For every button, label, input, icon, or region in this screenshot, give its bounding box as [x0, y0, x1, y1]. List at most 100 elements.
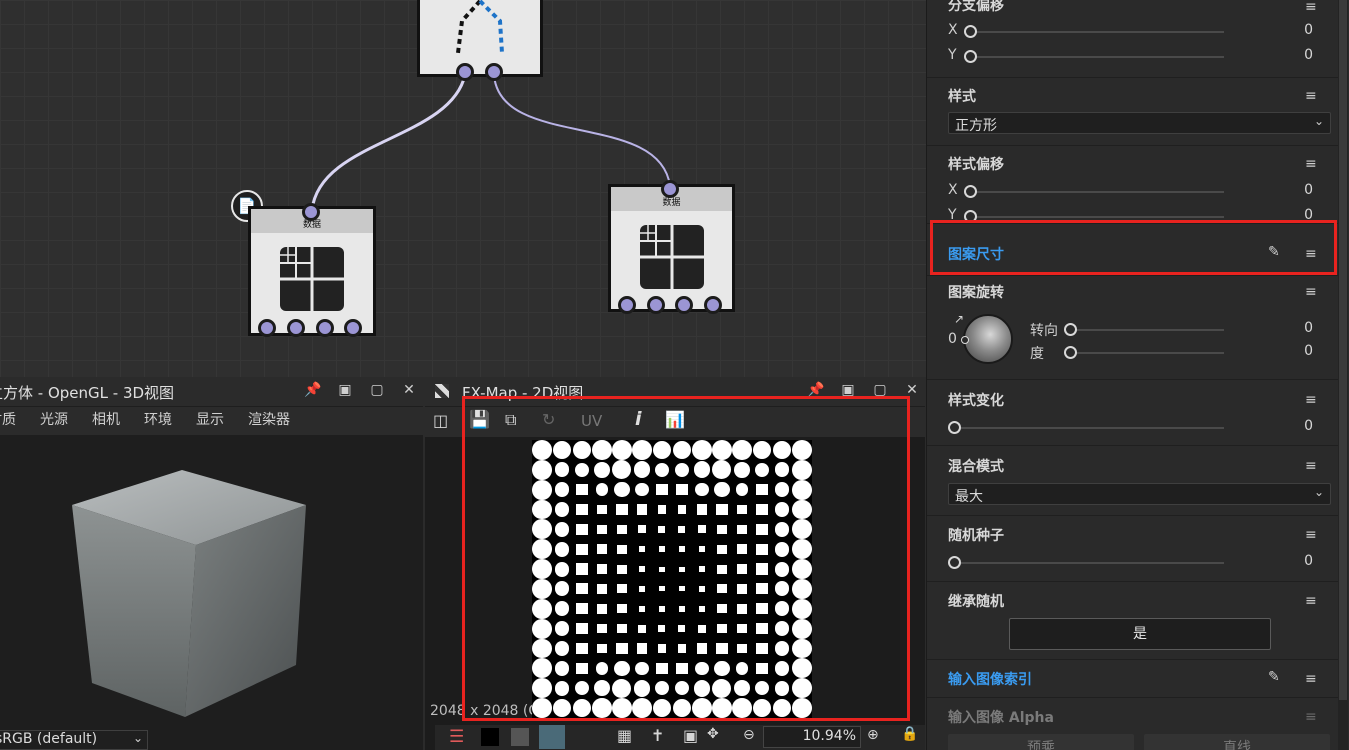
layers-icon[interactable]: ☰: [449, 727, 464, 747]
pivot-icon[interactable]: ✝: [651, 726, 664, 745]
grid-icon[interactable]: ▦: [617, 726, 632, 745]
section-menu-icon[interactable]: ≡: [1305, 285, 1323, 299]
blend-mode-select[interactable]: 最大 ⌄: [948, 483, 1331, 505]
top-node[interactable]: [417, 0, 543, 77]
save-icon[interactable]: 💾: [469, 410, 490, 430]
right-node-output-port-1[interactable]: [618, 296, 636, 314]
scrollbar-thumb[interactable]: [1339, 0, 1347, 700]
edit-function-icon[interactable]: ✎: [1268, 244, 1288, 262]
rotation-turns-slider[interactable]: 转向 0: [1030, 320, 1338, 340]
zoom-field[interactable]: 10.94%: [763, 726, 861, 748]
degrees-value[interactable]: 0: [1304, 343, 1313, 359]
rotation-dial[interactable]: [961, 314, 1013, 364]
inherit-random-toggle[interactable]: 是: [1009, 618, 1271, 650]
left-node-output-port-2[interactable]: [287, 319, 305, 337]
style-select[interactable]: 正方形 ⌄: [948, 112, 1331, 134]
close-icon[interactable]: ✕: [398, 382, 420, 398]
rotation-degrees-slider[interactable]: 度 0: [1030, 343, 1338, 363]
right-node[interactable]: 数据: [608, 184, 735, 312]
section-menu-icon[interactable]: ≡: [1305, 672, 1323, 686]
maximize-icon[interactable]: ▢: [366, 382, 388, 398]
style-offset-y-slider[interactable]: Y 0: [948, 207, 1338, 221]
uv-toggle[interactable]: UV: [581, 412, 602, 430]
menu-material[interactable]: 材质: [0, 407, 16, 435]
branch-offset-x-value[interactable]: 0: [1304, 22, 1313, 38]
right-node-output-port-2[interactable]: [647, 296, 665, 314]
colorspace-select[interactable]: sRGB (default) ⌄: [0, 730, 148, 750]
section-menu-icon[interactable]: ≡: [1305, 459, 1323, 473]
refresh-icon[interactable]: ↻: [542, 410, 555, 429]
move-icon[interactable]: ✥: [707, 726, 719, 742]
pattern-size-title[interactable]: 图案尺寸: [948, 244, 1004, 264]
left-node-output-port-1[interactable]: [258, 319, 276, 337]
close-icon[interactable]: ✕: [901, 382, 923, 398]
left-node-output-port-4[interactable]: [344, 319, 362, 337]
node-graph[interactable]: 📄 数据 数据: [0, 0, 926, 377]
branch-offset-x-slider[interactable]: X 0: [948, 22, 1338, 42]
top-node-output-port-2[interactable]: [485, 63, 503, 81]
export-icon[interactable]: ◫: [433, 411, 448, 430]
style-variation-slider[interactable]: 0: [948, 418, 1338, 438]
section-menu-icon[interactable]: ≡: [1305, 89, 1323, 103]
slider-knob[interactable]: [1064, 323, 1077, 336]
section-menu-icon[interactable]: ≡: [1305, 247, 1323, 261]
texture-preview[interactable]: [532, 440, 812, 718]
section-menu-icon[interactable]: ≡: [1305, 157, 1323, 171]
section-menu-icon[interactable]: ≡: [1305, 393, 1323, 407]
right-node-input-port[interactable]: [661, 180, 679, 198]
edit-function-icon[interactable]: ✎: [1268, 669, 1288, 687]
section-menu-icon[interactable]: ≡: [1305, 710, 1323, 724]
right-node-output-port-3[interactable]: [675, 296, 693, 314]
copy-icon[interactable]: ⧉: [505, 410, 516, 430]
style-offset-x-value[interactable]: 0: [1304, 182, 1313, 198]
slider-knob[interactable]: [1064, 346, 1077, 359]
slider-knob[interactable]: [948, 421, 961, 434]
branch-offset-y-slider[interactable]: Y 0: [948, 47, 1338, 67]
slider-knob[interactable]: [964, 25, 977, 38]
pin-icon[interactable]: 📌: [302, 382, 324, 398]
section-pattern-size: 图案尺寸 ✎ ≡: [927, 224, 1338, 276]
float-icon[interactable]: ▣: [334, 382, 356, 398]
fit-icon[interactable]: ▣: [683, 726, 698, 745]
section-menu-icon[interactable]: ≡: [1305, 0, 1323, 14]
slider-knob[interactable]: [964, 210, 977, 221]
style-offset-y-value[interactable]: 0: [1304, 207, 1313, 221]
properties-scrollbar[interactable]: [1338, 0, 1348, 750]
menu-renderer[interactable]: 渲染器: [248, 407, 290, 435]
left-node-input-port[interactable]: [302, 203, 320, 221]
zoom-in-icon[interactable]: ⊕: [867, 727, 879, 743]
zoom-out-icon[interactable]: ⊖: [743, 727, 755, 743]
branch-offset-y-value[interactable]: 0: [1304, 47, 1313, 63]
random-seed-slider[interactable]: 0: [948, 553, 1338, 573]
premultiplied-button[interactable]: 预乘: [948, 734, 1134, 750]
top-node-output-port-1[interactable]: [456, 63, 474, 81]
float-icon[interactable]: ▣: [837, 382, 859, 398]
left-node[interactable]: 数据: [248, 206, 376, 336]
black-swatch[interactable]: [481, 728, 499, 746]
gray-swatch[interactable]: [511, 728, 529, 746]
style-offset-x-slider[interactable]: X 0: [948, 182, 1338, 202]
menu-environment[interactable]: 环境: [144, 407, 172, 435]
left-node-output-port-3[interactable]: [316, 319, 334, 337]
maximize-icon[interactable]: ▢: [869, 382, 891, 398]
right-node-output-port-4[interactable]: [704, 296, 722, 314]
cube-viewport[interactable]: [0, 435, 423, 725]
menu-camera[interactable]: 相机: [92, 407, 120, 435]
turns-value[interactable]: 0: [1304, 320, 1313, 336]
channels-icon[interactable]: [539, 725, 565, 749]
slider-knob[interactable]: [948, 556, 961, 569]
section-menu-icon[interactable]: ≡: [1305, 528, 1323, 542]
lock-icon[interactable]: 🔒: [901, 726, 918, 742]
histogram-icon[interactable]: 📊: [665, 410, 685, 429]
menu-display[interactable]: 显示: [196, 407, 224, 435]
menu-lights[interactable]: 光源: [40, 407, 68, 435]
random-seed-value[interactable]: 0: [1304, 553, 1313, 569]
info-icon[interactable]: i: [635, 408, 642, 430]
style-variation-value[interactable]: 0: [1304, 418, 1313, 434]
section-menu-icon[interactable]: ≡: [1305, 594, 1323, 608]
slider-knob[interactable]: [964, 185, 977, 198]
slider-knob[interactable]: [964, 50, 977, 63]
input-image-index-title[interactable]: 输入图像索引: [948, 669, 1032, 689]
pin-icon[interactable]: 📌: [805, 382, 827, 398]
straight-button[interactable]: 直线: [1144, 734, 1330, 750]
